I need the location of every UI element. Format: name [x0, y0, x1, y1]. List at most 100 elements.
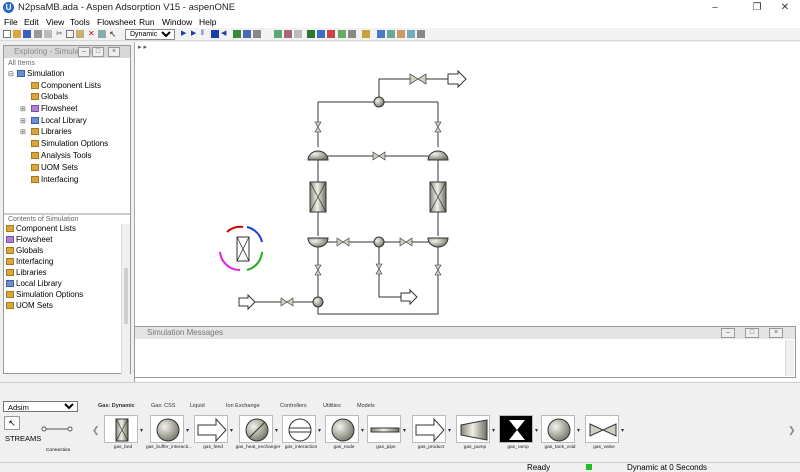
- homotopy-icon[interactable]: [387, 30, 395, 38]
- library-icon[interactable]: [417, 30, 425, 38]
- expand-toggle-icon[interactable]: ⊟: [8, 70, 14, 78]
- restore-button[interactable]: ❐: [742, 1, 772, 15]
- pointer-icon[interactable]: ↖: [109, 30, 117, 39]
- explorer-maximize-button[interactable]: □: [92, 47, 104, 57]
- expand-toggle-icon[interactable]: ⊞: [20, 117, 26, 125]
- run-mode-select[interactable]: Dynamic: [125, 29, 175, 40]
- contents-scrollbar[interactable]: [121, 224, 130, 374]
- snapshot-icon[interactable]: [348, 30, 356, 38]
- tree-item-uom-sets[interactable]: UOM Sets: [31, 162, 78, 173]
- contents-item-uom-sets[interactable]: UOM Sets: [6, 300, 53, 311]
- expand-toggle-icon[interactable]: ⊞: [20, 128, 26, 136]
- menu-file[interactable]: File: [4, 16, 18, 28]
- menu-flowsheet[interactable]: Flowsheet: [97, 16, 136, 28]
- scrollbar-thumb[interactable]: [124, 268, 128, 324]
- specs-icon[interactable]: [243, 30, 251, 38]
- check-icon[interactable]: [233, 30, 241, 38]
- help-icon[interactable]: [98, 30, 106, 38]
- optimization-icon[interactable]: [377, 30, 385, 38]
- restart-icon[interactable]: ◀: [221, 30, 229, 38]
- save-icon[interactable]: [23, 30, 31, 38]
- model-icon[interactable]: [407, 30, 415, 38]
- tab-gas-css[interactable]: Gas: CSS: [151, 403, 175, 409]
- pause-icon[interactable]: ‖: [201, 30, 209, 38]
- contents-item-simulation-options[interactable]: Simulation Options: [6, 289, 83, 300]
- paste-icon[interactable]: [76, 30, 84, 38]
- print-icon[interactable]: [34, 30, 42, 38]
- bottom-left-valve: [336, 237, 350, 247]
- tab-utilities[interactable]: Utilities: [323, 403, 341, 409]
- tree-item-simulation-options[interactable]: Simulation Options: [31, 138, 108, 149]
- delete-icon[interactable]: ✕: [88, 30, 96, 38]
- expand-toggle-icon[interactable]: ⊞: [20, 105, 26, 113]
- splitter[interactable]: [4, 213, 130, 215]
- menu-tools[interactable]: Tools: [70, 16, 90, 28]
- open-folder-icon[interactable]: [13, 30, 21, 38]
- messages-close-button[interactable]: ×: [769, 328, 783, 338]
- stop-icon[interactable]: [211, 30, 219, 38]
- profile-icon[interactable]: [327, 30, 335, 38]
- menu-help[interactable]: Help: [199, 16, 216, 28]
- preview-icon[interactable]: [44, 30, 52, 38]
- feed-node: [312, 296, 324, 308]
- cycle-organizer-icon[interactable]: [219, 225, 263, 272]
- folder-icon: [31, 82, 39, 89]
- menu-view[interactable]: View: [46, 16, 64, 28]
- right-top-valve: [434, 121, 442, 133]
- select-pointer-icon[interactable]: ↖: [4, 416, 20, 430]
- tree-item-flowsheet[interactable]: Flowsheet: [31, 103, 77, 114]
- tree-item-interfacing[interactable]: Interfacing: [31, 174, 78, 185]
- messages-scrollbar[interactable]: [785, 340, 794, 376]
- copy-icon[interactable]: [66, 30, 74, 38]
- messages-minimize-button[interactable]: –: [721, 328, 735, 338]
- disconnect-icon[interactable]: [284, 30, 292, 38]
- tree-item-local-library[interactable]: Local Library: [31, 115, 87, 126]
- contents-item-local-library[interactable]: Local Library: [6, 278, 62, 289]
- palette-scroll-left-icon[interactable]: ❮: [92, 417, 100, 443]
- table-icon[interactable]: [317, 30, 325, 38]
- cut-icon[interactable]: ✂: [56, 30, 64, 38]
- close-button[interactable]: ✕: [770, 1, 800, 15]
- contents-item-libraries[interactable]: Libraries: [6, 267, 47, 278]
- explorer-close-button[interactable]: ×: [108, 47, 120, 57]
- plot-icon[interactable]: [307, 30, 315, 38]
- tree-item-component-lists[interactable]: Component Lists: [31, 80, 101, 91]
- folder-icon: [6, 269, 14, 276]
- palette-scroll-right-icon[interactable]: ❯: [788, 417, 796, 443]
- tab-models[interactable]: Models: [357, 403, 375, 409]
- tree-item-globals[interactable]: Globals: [31, 91, 68, 102]
- menu-run[interactable]: Run: [139, 16, 155, 28]
- estimation-icon[interactable]: [362, 30, 370, 38]
- run-icon[interactable]: ▶: [181, 30, 189, 38]
- messages-header: Simulation Messages – □ ×: [135, 327, 795, 339]
- cycle-organizer-icon[interactable]: [397, 30, 405, 38]
- tab-gas-dynamic[interactable]: Gas: Dynamic: [98, 403, 135, 409]
- explorer-minimize-button[interactable]: –: [78, 47, 90, 57]
- history-icon[interactable]: [338, 30, 346, 38]
- tree-item-simulation[interactable]: Simulation: [17, 68, 64, 79]
- contents-item-interfacing[interactable]: Interfacing: [6, 256, 53, 267]
- reroute-icon[interactable]: [294, 30, 302, 38]
- connect-icon[interactable]: [274, 30, 282, 38]
- library-select[interactable]: Adsim: [3, 401, 78, 412]
- connection-icon[interactable]: [40, 419, 74, 439]
- messages-title: Simulation Messages: [147, 328, 224, 337]
- tree-item-analysis-tools[interactable]: Analysis Tools: [31, 150, 92, 161]
- menu-edit[interactable]: Edit: [24, 16, 39, 28]
- menu-window[interactable]: Window: [162, 16, 192, 28]
- tab-ion-exchange[interactable]: Ion Exchange: [226, 403, 260, 409]
- tab-liquid[interactable]: Liquid: [190, 403, 205, 409]
- messages-maximize-button[interactable]: □: [745, 328, 759, 338]
- tree-item-libraries[interactable]: Libraries: [31, 126, 72, 137]
- contents-item-flowsheet[interactable]: Flowsheet: [6, 234, 52, 245]
- contents-label: Contents of Simulation: [8, 216, 79, 223]
- contents-item-globals[interactable]: Globals: [6, 245, 43, 256]
- tab-controllers[interactable]: Controllers: [280, 403, 307, 409]
- messages-text-area[interactable]: [137, 341, 777, 373]
- palette-gas-valve[interactable]: ▾ gas_valve: [585, 413, 631, 453]
- new-file-icon[interactable]: [3, 30, 11, 38]
- contents-item-component-lists[interactable]: Component Lists: [6, 223, 76, 234]
- step-icon[interactable]: ▶: [191, 30, 199, 38]
- minimize-button[interactable]: –: [700, 1, 730, 15]
- options-icon[interactable]: [253, 30, 261, 38]
